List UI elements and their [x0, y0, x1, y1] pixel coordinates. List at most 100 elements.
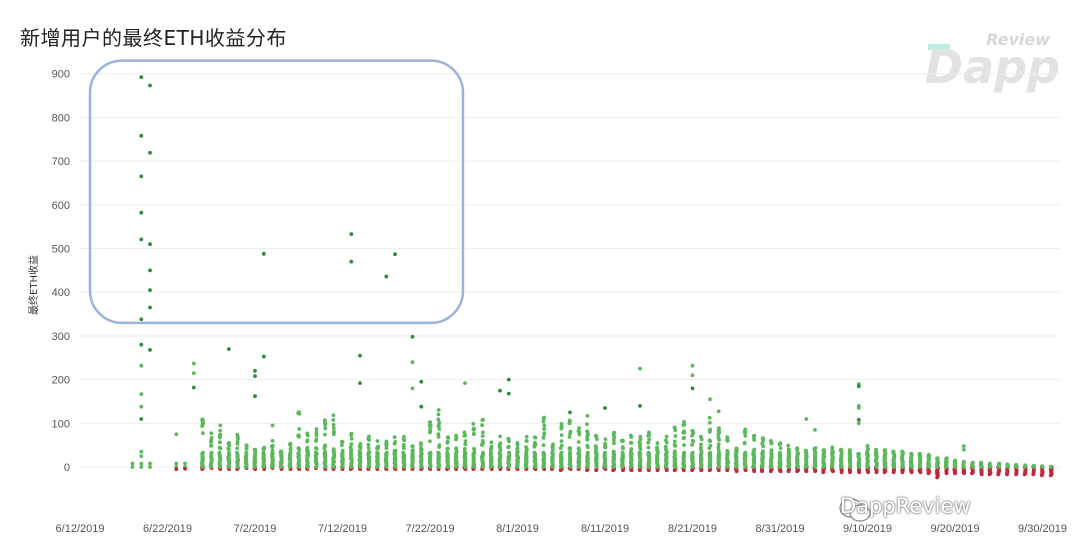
negative-point [813, 469, 817, 474]
positive-point [218, 423, 223, 428]
negative-point [1005, 472, 1009, 477]
positive-point [297, 411, 302, 416]
positive-point [655, 441, 660, 446]
outlier-point [813, 428, 817, 432]
positive-point [585, 422, 589, 427]
positive-point [428, 450, 433, 455]
positive-point [760, 441, 765, 446]
positive-point [795, 446, 799, 451]
positive-point [323, 449, 327, 454]
outlier-point [148, 348, 152, 352]
positive-point [252, 447, 257, 452]
positive-point [436, 432, 441, 436]
positive-point [489, 440, 494, 445]
outlier-point [148, 288, 152, 292]
positive-point [594, 449, 599, 454]
positive-point [471, 422, 476, 426]
negative-point [768, 469, 773, 474]
negative-point [987, 472, 992, 477]
outlier-point [349, 259, 354, 264]
negative-point [866, 470, 870, 475]
y-tick-label: 200 [52, 375, 70, 387]
positive-point [209, 443, 214, 448]
positive-point [524, 445, 528, 449]
positive-point [515, 441, 520, 445]
positive-point [209, 437, 214, 442]
positive-point [1014, 463, 1019, 467]
positive-point [445, 447, 450, 451]
outlier-point [856, 406, 861, 410]
x-tick-label: 6/12/2019 [56, 523, 105, 535]
positive-point [313, 450, 318, 455]
positive-point [778, 446, 783, 450]
positive-point [480, 423, 484, 428]
positive-point [708, 450, 713, 455]
positive-point [480, 418, 485, 422]
positive-point [891, 449, 896, 454]
positive-point [445, 450, 450, 455]
positive-point [323, 432, 327, 437]
negative-point [778, 469, 783, 474]
negative-point [752, 469, 757, 474]
positive-point [621, 446, 625, 451]
negative-point [962, 471, 967, 476]
outlier-point [393, 252, 397, 257]
outlier-point [191, 385, 196, 390]
negative-point [760, 469, 764, 474]
outlier-point [690, 373, 695, 378]
negative-point [926, 471, 931, 476]
outlier-point [139, 75, 144, 80]
positive-point [392, 435, 397, 440]
positive-point [183, 461, 187, 466]
positive-point [612, 430, 617, 435]
positive-point [524, 434, 529, 439]
positive-point [139, 465, 144, 469]
outlier-point [148, 242, 152, 247]
positive-point [349, 431, 354, 436]
positive-point [532, 443, 537, 447]
positive-point [262, 447, 266, 451]
positive-point [874, 449, 879, 454]
positive-point [481, 430, 485, 435]
outlier-point [191, 371, 196, 375]
positive-point [900, 449, 905, 454]
positive-point [672, 449, 677, 453]
positive-point [218, 432, 223, 437]
positive-point [752, 433, 757, 438]
positive-point [428, 439, 432, 444]
positive-point [716, 409, 721, 414]
positive-point [270, 448, 275, 453]
negative-point [882, 470, 887, 475]
outlier-point [139, 174, 144, 179]
positive-point [769, 448, 774, 452]
positive-point [541, 419, 546, 424]
positive-point [682, 450, 687, 455]
negative-point [558, 468, 563, 473]
positive-point [707, 415, 712, 420]
positive-point [419, 441, 423, 446]
outlier-point [708, 397, 712, 402]
positive-point [201, 450, 205, 455]
positive-point [358, 441, 363, 446]
outlier-point [506, 377, 511, 382]
y-tick-label: 700 [52, 156, 70, 168]
positive-point [524, 439, 529, 443]
outlier-point [349, 232, 354, 237]
positive-point [786, 443, 791, 448]
positive-point [428, 430, 432, 435]
negative-point [996, 472, 1001, 477]
positive-point [480, 434, 485, 438]
positive-point [340, 449, 345, 453]
positive-point [708, 443, 713, 448]
positive-point [769, 440, 774, 445]
positive-point [620, 438, 624, 443]
outlier-point [191, 361, 196, 366]
outlier-point [463, 381, 467, 385]
positive-point [436, 417, 441, 422]
positive-point [279, 449, 283, 454]
negative-point [918, 470, 923, 475]
data-points [130, 75, 1054, 480]
outlier-point [270, 423, 275, 428]
positive-point [717, 430, 722, 435]
positive-point [778, 441, 783, 445]
